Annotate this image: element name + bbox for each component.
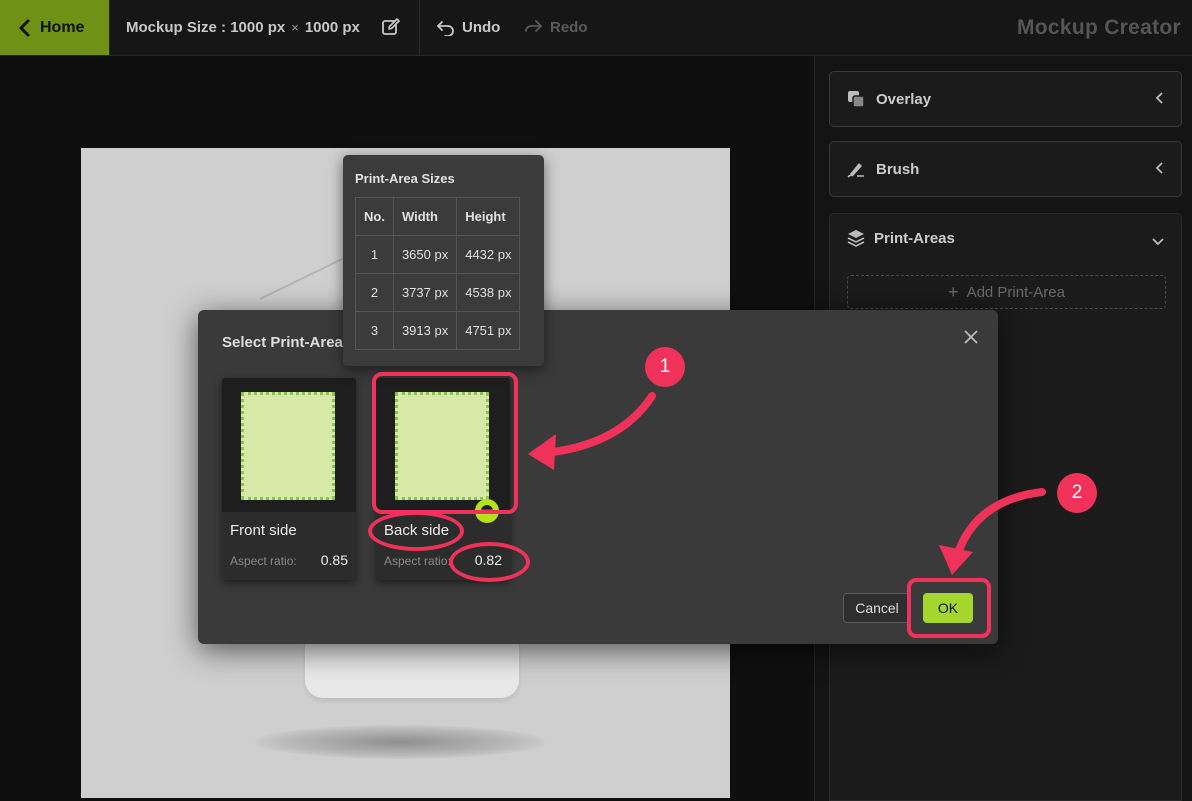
undo-icon — [437, 20, 454, 36]
chevron-left-icon — [10, 19, 40, 37]
table-cell: 3913 px — [392, 311, 458, 350]
table-row: 1 3650 px 4432 px — [355, 235, 521, 274]
highlight-back-side-label — [368, 511, 464, 551]
add-print-area-button[interactable]: + Add Print-Area — [847, 275, 1166, 309]
highlight-aspect-ratio — [449, 542, 530, 582]
undo-button[interactable]: Undo — [436, 0, 500, 55]
step-badge-2: 2 — [1057, 473, 1097, 513]
plus-icon: + — [948, 281, 959, 302]
card-preview — [222, 378, 356, 512]
highlight-ok-button — [907, 578, 991, 638]
redo-button[interactable]: Redo — [524, 0, 588, 55]
undo-label: Undo — [462, 19, 501, 36]
dialog-title: Select Print-Area — [222, 334, 343, 351]
column-header: Width — [392, 197, 458, 236]
mockup-height-value: 1000 px — [304, 19, 360, 36]
mockup-size-label: Mockup Size : — [126, 19, 227, 36]
table-cell: 1 — [355, 235, 394, 274]
aspect-ratio-label: Aspect ratio: — [384, 554, 451, 568]
app-title: Mockup Creator — [1016, 15, 1181, 39]
column-header: No. — [355, 197, 394, 236]
brush-icon — [847, 160, 867, 178]
table-header-row: No. Width Height — [355, 197, 521, 236]
shirt-image — [305, 640, 519, 698]
table-cell: 4432 px — [456, 235, 521, 274]
print-areas-header[interactable]: Print-Areas — [847, 229, 955, 247]
add-print-area-label: Add Print-Area — [966, 283, 1065, 301]
select-print-area-dialog: Select Print-Area Front side Aspect rati… — [198, 310, 998, 644]
column-header: Height — [456, 197, 521, 236]
layers-icon — [847, 230, 865, 247]
home-label: Home — [40, 18, 85, 36]
divider — [109, 0, 110, 55]
times-sign: × — [291, 20, 299, 35]
card-name: Front side — [230, 522, 297, 539]
cancel-button[interactable]: Cancel — [843, 593, 911, 623]
print-area-sizes-tooltip: Print-Area Sizes No. Width Height 1 3650… — [343, 155, 544, 366]
mockup-width-value: 1000 px — [230, 19, 286, 36]
top-bar: Home Mockup Size : 1000 px × 1000 px Und… — [0, 0, 1192, 56]
chevron-left-icon — [1155, 91, 1165, 110]
tooltip-title: Print-Area Sizes — [355, 171, 455, 186]
aspect-ratio-value: 0.85 — [320, 552, 348, 568]
highlight-back-preview — [372, 372, 518, 514]
chevron-left-icon — [1155, 161, 1165, 180]
divider — [419, 0, 420, 55]
close-icon[interactable] — [964, 330, 978, 349]
redo-icon — [525, 19, 542, 32]
print-area-shape — [241, 392, 335, 500]
step-badge-1: 1 — [645, 347, 685, 387]
brush-label: Brush — [876, 160, 920, 178]
overlay-panel[interactable]: Overlay — [829, 71, 1182, 127]
chevron-down-icon[interactable] — [1151, 234, 1165, 252]
mockup-size-display: Mockup Size : 1000 px × 1000 px — [126, 0, 360, 55]
table-cell: 3650 px — [392, 235, 458, 274]
table-cell: 4538 px — [456, 273, 521, 312]
aspect-ratio-label: Aspect ratio: — [230, 554, 297, 568]
shirt-shadow — [255, 725, 545, 759]
table-row: 3 3913 px 4751 px — [355, 311, 521, 350]
print-area-card-front[interactable]: Front side Aspect ratio: 0.85 — [222, 378, 356, 580]
table-cell: 2 — [355, 273, 394, 312]
home-button[interactable]: Home — [0, 0, 109, 55]
print-areas-label: Print-Areas — [874, 229, 955, 247]
table-cell: 4751 px — [456, 311, 521, 350]
redo-label: Redo — [550, 19, 588, 36]
edit-icon[interactable] — [381, 17, 401, 42]
overlay-label: Overlay — [876, 90, 932, 108]
overlay-icon — [847, 90, 867, 108]
table-cell: 3737 px — [392, 273, 458, 312]
brush-panel[interactable]: Brush — [829, 141, 1182, 197]
table-row: 2 3737 px 4538 px — [355, 273, 521, 312]
table-cell: 3 — [355, 311, 394, 350]
sizes-table: No. Width Height 1 3650 px 4432 px 2 373… — [355, 197, 521, 350]
